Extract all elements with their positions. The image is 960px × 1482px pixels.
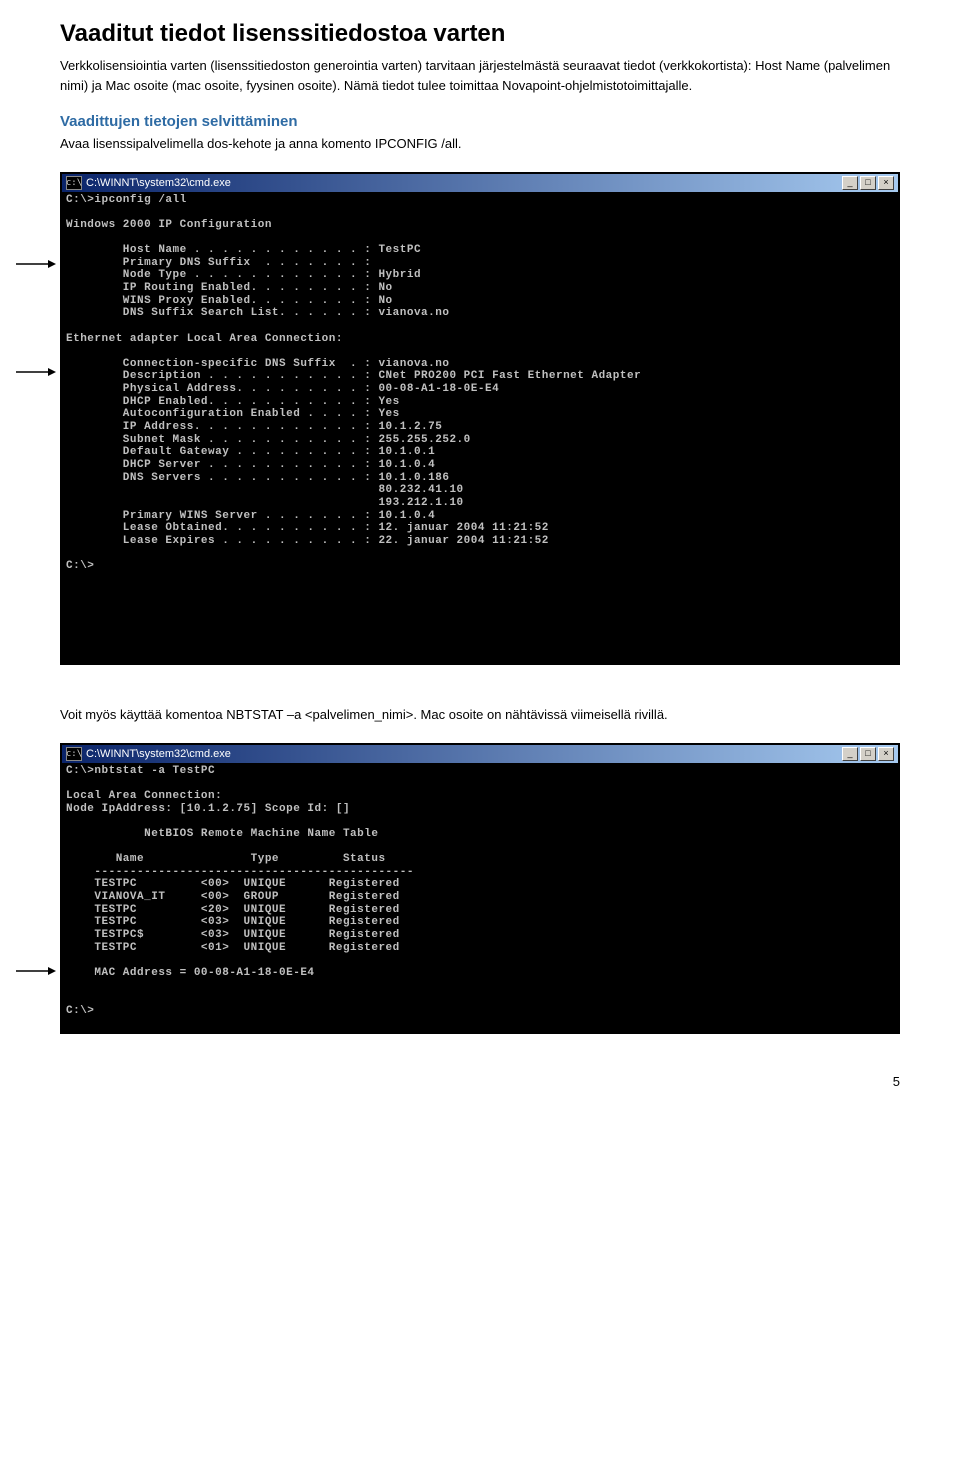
cmd-titlebar: c:\ C:\WINNT\system32\cmd.exe _ □ × <box>62 745 898 763</box>
maximize-button[interactable]: □ <box>860 176 876 190</box>
page-number: 5 <box>60 1074 900 1089</box>
cmd-title-text: C:\WINNT\system32\cmd.exe <box>86 748 231 760</box>
close-button[interactable]: × <box>878 747 894 761</box>
cmd-output-ipconfig: C:\>ipconfig /all Windows 2000 IP Config… <box>62 192 898 664</box>
cmd-window-ipconfig-wrapper: c:\ C:\WINNT\system32\cmd.exe _ □ × C:\>… <box>60 172 900 666</box>
close-button[interactable]: × <box>878 176 894 190</box>
section-subheading: Vaadittujen tietojen selvittäminen <box>60 113 900 130</box>
window-controls: _ □ × <box>842 176 894 190</box>
arrow-hostname <box>16 258 56 270</box>
minimize-button[interactable]: _ <box>842 747 858 761</box>
window-controls: _ □ × <box>842 747 894 761</box>
intro-paragraph: Verkkolisensiointia varten (lisenssitied… <box>60 56 900 95</box>
cmd-titlebar: c:\ C:\WINNT\system32\cmd.exe _ □ × <box>62 174 898 192</box>
cmd-output-nbtstat: C:\>nbtstat -a TestPC Local Area Connect… <box>62 763 898 1032</box>
page-title: Vaaditut tiedot lisenssitiedostoa varten <box>60 20 900 48</box>
maximize-button[interactable]: □ <box>860 747 876 761</box>
minimize-button[interactable]: _ <box>842 176 858 190</box>
cmd-window-nbtstat: c:\ C:\WINNT\system32\cmd.exe _ □ × C:\>… <box>60 743 900 1034</box>
section-subtext: Avaa lisenssipalvelimella dos-kehote ja … <box>60 134 900 154</box>
cmd-window-nbtstat-wrapper: c:\ C:\WINNT\system32\cmd.exe _ □ × C:\>… <box>60 743 900 1034</box>
cmd-icon: c:\ <box>66 747 82 761</box>
cmd-window-ipconfig: c:\ C:\WINNT\system32\cmd.exe _ □ × C:\>… <box>60 172 900 666</box>
between-paragraph: Voit myös käyttää komentoa NBTSTAT –a <p… <box>60 705 900 725</box>
cmd-icon: c:\ <box>66 176 82 190</box>
arrow-physical-address <box>16 366 56 378</box>
cmd-title-text: C:\WINNT\system32\cmd.exe <box>86 177 231 189</box>
arrow-mac-address <box>16 965 56 977</box>
